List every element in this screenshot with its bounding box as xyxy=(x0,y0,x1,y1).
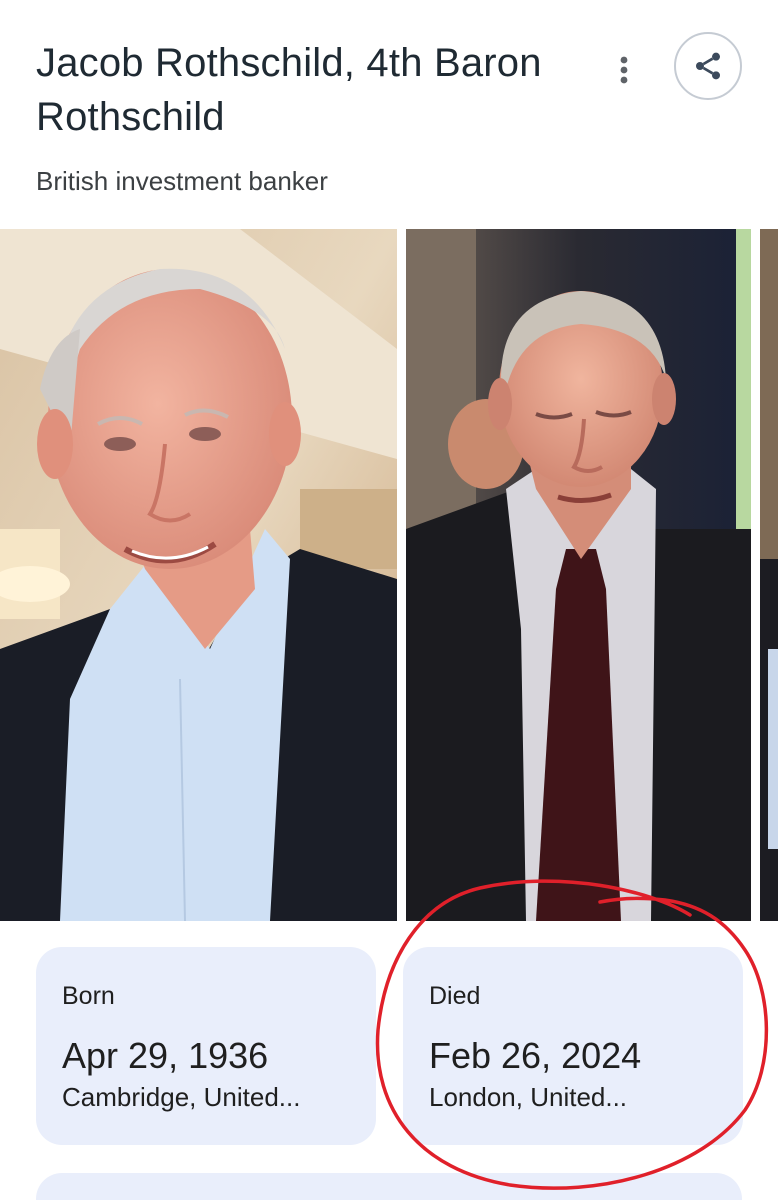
next-fact-card[interactable] xyxy=(36,1173,742,1200)
born-card[interactable]: Born Apr 29, 1936 Cambridge, United... xyxy=(36,947,376,1145)
knowledge-panel: Jacob Rothschild, 4th Baron Rothschild B… xyxy=(0,0,778,1200)
page-title: Jacob Rothschild, 4th Baron Rothschild xyxy=(36,41,542,139)
more-options-button[interactable] xyxy=(606,48,642,92)
share-button[interactable] xyxy=(674,32,742,100)
more-vert-icon xyxy=(620,56,628,84)
portrait-photo-3[interactable] xyxy=(760,229,778,921)
born-label: Born xyxy=(62,982,115,1010)
died-label: Died xyxy=(429,982,481,1010)
image-gallery[interactable] xyxy=(0,229,778,921)
entity-description: British investment banker xyxy=(36,166,328,196)
died-card[interactable]: Died Feb 26, 2024 London, United... xyxy=(403,947,743,1145)
born-date: Apr 29, 1936 xyxy=(62,1035,269,1076)
died-place: London, United... xyxy=(429,1082,628,1112)
share-icon xyxy=(696,52,720,80)
portrait-photo-1[interactable] xyxy=(0,229,397,921)
portrait-photo-2[interactable] xyxy=(406,229,751,921)
born-place: Cambridge, United... xyxy=(62,1082,301,1112)
quick-facts-section: Born Apr 29, 1936 Cambridge, United... D… xyxy=(0,921,778,1200)
died-date: Feb 26, 2024 xyxy=(429,1035,642,1076)
